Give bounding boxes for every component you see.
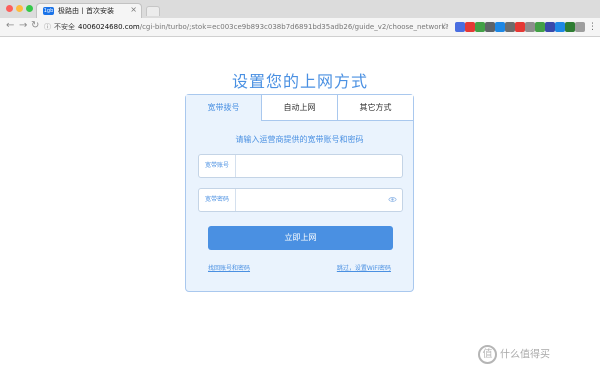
password-field[interactable]: 宽带密码 [198,188,403,212]
window-zoom-button[interactable] [26,5,33,12]
tab-title: 极路由丨首次安装 [58,7,114,15]
window-minimize-button[interactable] [16,5,23,12]
show-password-eye-icon[interactable] [388,195,397,204]
account-label: 宽带账号 [199,155,236,177]
browser-tab[interactable]: 1gb 极路由丨首次安装 × [36,3,142,18]
bookmark-star-icon[interactable]: ☆ [441,22,449,32]
back-arrow-icon[interactable]: ← [6,20,14,31]
security-status: 不安全 [54,23,75,31]
ext-12-icon[interactable] [565,22,575,32]
page-title: 设置您的上网方式 [231,72,368,91]
address-bar[interactable]: ⓘ 不安全 4006024680.com/cgi-bin/turbo/;stok=e… [44,21,448,33]
tab-other-methods[interactable]: 其它方式 [338,95,413,121]
info-icon[interactable]: ⓘ [44,23,51,31]
ext-11-icon[interactable] [555,22,565,32]
favicon-icon: 1gb [43,7,54,15]
browser-menu-icon[interactable]: ⋮ [588,22,597,32]
skip-set-wifi-link[interactable]: 跳过，设置WiFi密码 [337,263,391,272]
browser-toolbar: ← → ↻ ⓘ 不安全 4006024680.com/cgi-bin/turbo/;… [0,18,600,37]
reload-icon[interactable]: ↻ [31,20,39,31]
connect-now-button[interactable]: 立即上网 [208,226,393,250]
password-label: 宽带密码 [199,189,236,211]
ext-6-icon[interactable] [505,22,515,32]
watermark-logo-icon: 值 [478,345,497,364]
tab-auto-connect[interactable]: 自动上网 [262,95,338,121]
ext-9-icon[interactable] [535,22,545,32]
ext-5-icon[interactable] [495,22,505,32]
url-host: 4006024680.com [78,23,140,31]
ext-3-icon[interactable] [475,22,485,32]
forward-arrow-icon[interactable]: → [19,20,27,31]
instruction-text: 请输入运营商提供的宽带账号和密码 [235,135,364,144]
recover-account-link[interactable]: 找回账号和密码 [208,263,250,272]
watermark: 值什么值得买 [478,345,550,364]
network-type-tabs: 宽带拨号 自动上网 其它方式 [186,95,413,121]
ext-13-icon[interactable] [575,22,585,32]
tab-close-icon[interactable]: × [130,5,137,14]
ext-7-icon[interactable] [515,22,525,32]
account-field[interactable]: 宽带账号 [198,154,403,178]
ext-1-icon[interactable] [455,22,465,32]
ext-8-icon[interactable] [525,22,535,32]
window-close-button[interactable] [6,5,13,12]
ext-2-icon[interactable] [465,22,475,32]
new-tab-button[interactable] [146,6,160,16]
url-path: /cgi-bin/turbo/;stok=ec003ce9b893c038b7d… [139,23,448,31]
network-setup-card: 宽带拨号 自动上网 其它方式 请输入运营商提供的宽带账号和密码 宽带账号 宽带密… [185,94,414,292]
ext-10-icon[interactable] [545,22,555,32]
ext-4-icon[interactable] [485,22,495,32]
tab-broadband-dialup[interactable]: 宽带拨号 [186,95,262,121]
browser-tab-strip: 1gb 极路由丨首次安装 × [0,0,600,19]
watermark-text: 什么值得买 [500,349,550,361]
